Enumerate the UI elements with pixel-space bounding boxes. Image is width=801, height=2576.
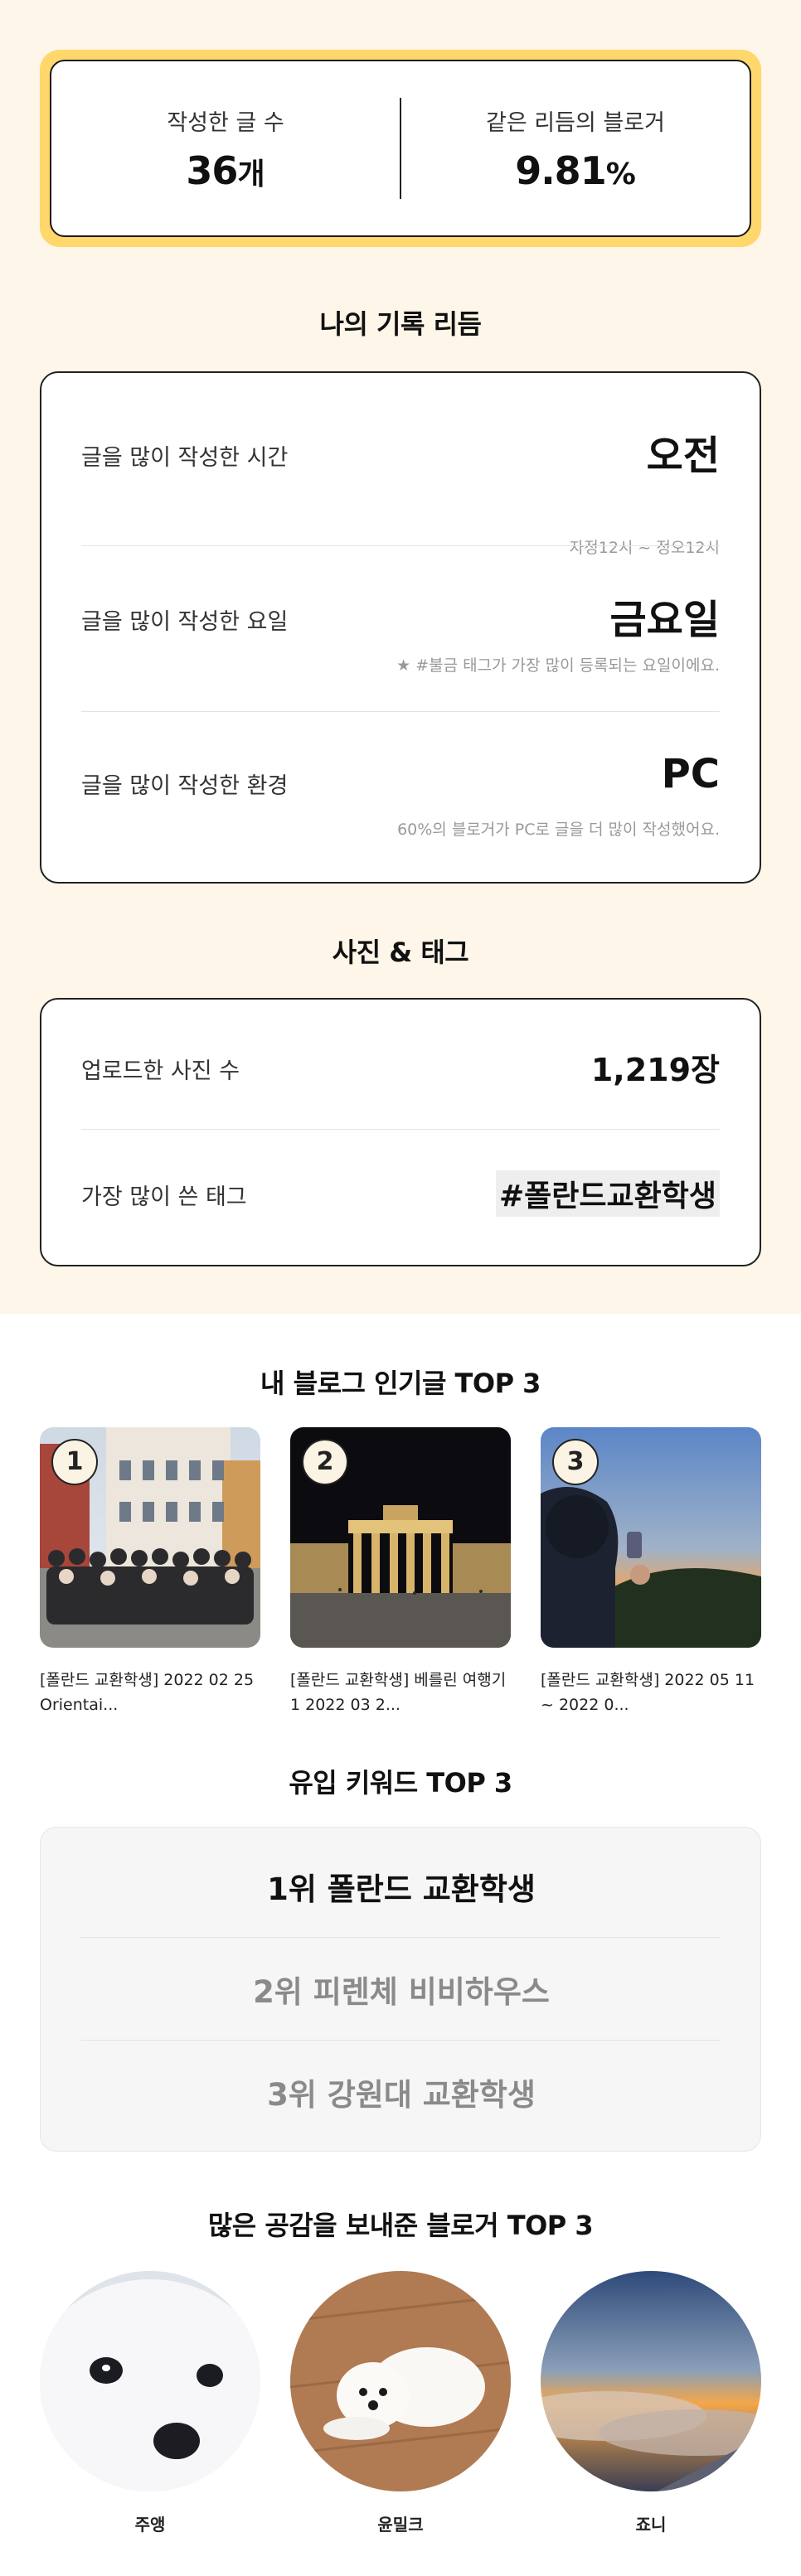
same-rhythm-stat: 같은 리듬의 블로거 9.81% xyxy=(401,104,750,193)
same-rhythm-value-wrap: 9.81% xyxy=(401,148,750,193)
rhythm-row-device: 글을 많이 작성한 환경 PC 60%의 블로거가 PC로 글을 더 많이 작성… xyxy=(81,751,720,850)
rhythm-row-device-sub: 60%의 블로거가 PC로 글을 더 많이 작성했어요. xyxy=(397,821,720,839)
same-rhythm-label: 같은 리듬의 블로거 xyxy=(486,109,665,136)
top-tag-label: 가장 많이 쓴 태그 xyxy=(81,1184,247,1210)
rhythm-row-time: 글을 많이 작성한 시간 오전 자정12시 ~ 정오12시 xyxy=(81,423,720,557)
popular-post-3[interactable]: 3 [폴란드 교환학생] 2022 05 11 ~ 2022 0... xyxy=(541,1427,761,1719)
rhythm-row-day: 글을 많이 작성한 요일 금요일 ★ #불금 태그가 가장 많이 등록되는 요일… xyxy=(81,587,720,686)
photo-count-label: 업로드한 사진 수 xyxy=(81,1058,240,1084)
blogger-1-avatar[interactable] xyxy=(40,2271,260,2491)
top-tag-row: 가장 많이 쓴 태그 #폴란드교환학생 xyxy=(81,1170,720,1220)
post-count-label: 작성한 글 수 xyxy=(167,109,284,136)
keyword-divider-1 xyxy=(80,1937,721,1938)
popular-post-2-thumbnail[interactable]: 2 xyxy=(290,1427,511,1648)
blogger-3-name[interactable]: 죠니 xyxy=(541,2511,761,2535)
keywords-title: 유입 키워드 TOP 3 xyxy=(289,1767,512,1799)
blogger-2-name[interactable]: 윤밀크 xyxy=(290,2511,511,2535)
white-dog-face-image xyxy=(40,2271,260,2491)
rhythm-divider-2 xyxy=(81,711,720,712)
rhythm-row-day-value: 금요일 xyxy=(609,597,720,643)
blogger-2[interactable]: 윤밀크 xyxy=(290,2271,511,2535)
popular-post-1-thumbnail[interactable]: 1 xyxy=(40,1427,260,1648)
rhythm-row-device-label: 글을 많이 작성한 환경 xyxy=(81,773,289,799)
post-count-unit: 개 xyxy=(237,157,265,191)
popular-post-3-thumbnail[interactable]: 3 xyxy=(541,1427,761,1648)
rhythm-row-day-sub: ★ #불금 태그가 가장 많이 등록되는 요일이에요. xyxy=(396,656,720,675)
post-count-value-wrap: 36개 xyxy=(51,148,400,193)
popular-post-1-rank-badge: 1 xyxy=(51,1439,98,1485)
keyword-item-2: 2위 피렌체 비비하우스 xyxy=(253,1974,550,2010)
rhythm-row-day-label: 글을 많이 작성한 요일 xyxy=(81,609,289,635)
blogger-1-name[interactable]: 주앵 xyxy=(40,2511,260,2535)
rhythm-row-time-label: 글을 많이 작성한 시간 xyxy=(81,445,289,471)
photo-count-row: 업로드한 사진 수 1,219장 xyxy=(81,1044,720,1094)
rhythm-row-device-value: PC xyxy=(661,751,720,797)
photo-tag-card: 업로드한 사진 수 1,219장 가장 많이 쓴 태그 #폴란드교환학생 xyxy=(40,998,761,1266)
photo-count-value: 1,219장 xyxy=(590,1052,720,1088)
top-tag-value[interactable]: #폴란드교환학생 xyxy=(495,1170,720,1217)
popular-post-2-caption[interactable]: [폴란드 교환학생] 베를린 여행기 1 2022 03 2... xyxy=(290,1668,511,1719)
same-rhythm-value: 9.81 xyxy=(515,148,606,193)
post-count-value: 36 xyxy=(186,148,238,193)
keyword-divider-2 xyxy=(80,2040,721,2041)
blogger-1[interactable]: 주앵 xyxy=(40,2271,260,2535)
stats-card-inner: 작성한 글 수 36개 같은 리듬의 블로거 9.81% xyxy=(50,60,751,237)
keyword-item-1: 1위 폴란드 교환학생 xyxy=(267,1871,536,1907)
popular-post-2-rank-badge: 2 xyxy=(302,1439,348,1485)
stats-card: 작성한 글 수 36개 같은 리듬의 블로거 9.81% xyxy=(40,50,761,247)
popular-post-3-caption[interactable]: [폴란드 교환학생] 2022 05 11 ~ 2022 0... xyxy=(541,1668,761,1719)
rhythm-card: 글을 많이 작성한 시간 오전 자정12시 ~ 정오12시 글을 많이 작성한 … xyxy=(40,371,761,884)
photo-tag-divider xyxy=(81,1129,720,1130)
rhythm-divider-1 xyxy=(81,545,720,546)
popular-posts-title: 내 블로그 인기글 TOP 3 xyxy=(260,1368,541,1399)
popular-post-1[interactable]: 1 [폴란드 교환학생] 2022 02 25 Orientai... xyxy=(40,1427,260,1719)
popular-post-3-rank-badge: 3 xyxy=(552,1439,599,1485)
photo-tag-section-title: 사진 & 태그 xyxy=(332,937,469,968)
rhythm-row-time-value: 오전 xyxy=(646,433,720,479)
blogger-2-avatar[interactable] xyxy=(290,2271,511,2491)
post-count-stat: 작성한 글 수 36개 xyxy=(51,104,400,193)
bloggers-title: 많은 공감을 보내준 블로거 TOP 3 xyxy=(207,2210,594,2241)
blogger-3-avatar[interactable] xyxy=(541,2271,761,2491)
rhythm-row-time-sub: 자정12시 ~ 정오12시 xyxy=(569,539,720,557)
rhythm-section-title: 나의 기록 리듬 xyxy=(319,308,482,340)
keywords-box: 1위 폴란드 교환학생 2위 피렌체 비비하우스 3위 강원대 교환학생 xyxy=(40,1827,761,2152)
keyword-item-3: 3위 강원대 교환학생 xyxy=(267,2077,536,2113)
popular-post-1-caption[interactable]: [폴란드 교환학생] 2022 02 25 Orientai... xyxy=(40,1668,260,1719)
puppy-on-floor-image xyxy=(290,2271,511,2491)
popular-post-2[interactable]: 2 [폴란드 교환학생] 베를린 여행기 1 2022 03 2... xyxy=(290,1427,511,1719)
blogger-3[interactable]: 죠니 xyxy=(541,2271,761,2535)
same-rhythm-unit: % xyxy=(605,157,636,191)
sky-clouds-image xyxy=(541,2271,761,2491)
